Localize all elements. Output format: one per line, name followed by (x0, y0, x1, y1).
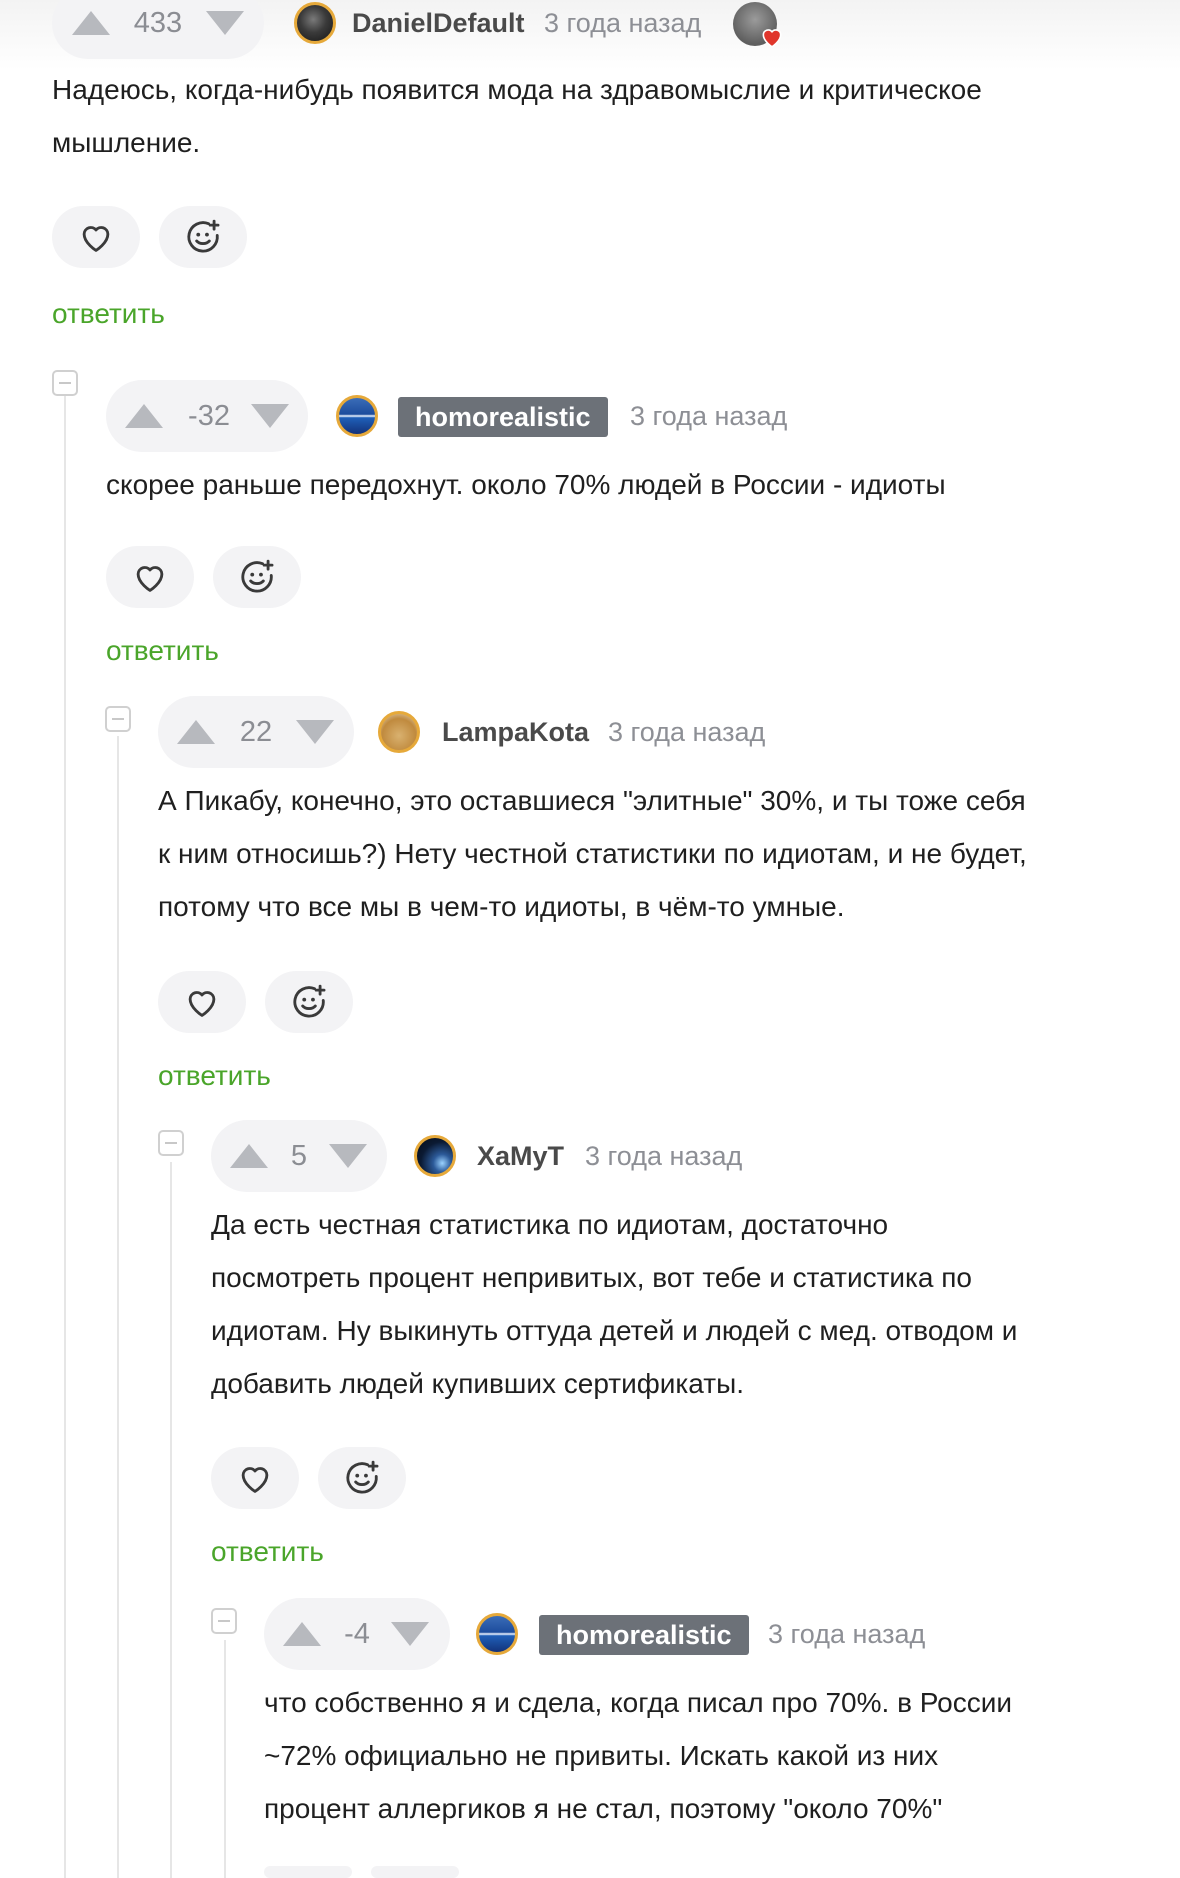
comment-text: Да есть честная статистика по идиотам, д… (211, 1198, 1171, 1410)
thread-line-1[interactable] (64, 396, 66, 1878)
comment-actions (52, 206, 352, 268)
comment-time[interactable]: 3 года назад (768, 1598, 925, 1670)
collapse-thread-button[interactable] (211, 1608, 237, 1634)
smile-plus-icon (241, 559, 274, 593)
comment: 5 ХаМуТ 3 года назад Да есть честная ста… (211, 1120, 1171, 1410)
reply-link[interactable]: ответить (158, 1056, 271, 1096)
comment-header: -4 homorealistic 3 года назад (264, 1598, 1174, 1670)
upvote-arrow-icon[interactable] (283, 1622, 321, 1646)
downvote-arrow-icon[interactable] (296, 720, 334, 744)
comment-text: что собственно я и сдела, когда писал пр… (264, 1676, 1174, 1835)
author-name[interactable]: homorealistic (398, 397, 608, 437)
smile-plus-icon (346, 1460, 379, 1494)
comment-time[interactable]: 3 года назад (544, 0, 701, 59)
reply-link[interactable]: ответить (211, 1532, 324, 1572)
comment-text-line: Надеюсь, когда-нибудь появится мода на з… (52, 74, 982, 105)
downvote-arrow-icon[interactable] (329, 1144, 367, 1168)
reply-link[interactable]: ответить (52, 294, 165, 334)
like-button[interactable] (158, 971, 246, 1033)
add-reaction-button[interactable] (318, 1447, 406, 1509)
heart-icon (188, 991, 216, 1017)
comment-text-line: мышление. (52, 127, 201, 158)
downvote-arrow-icon[interactable] (391, 1622, 429, 1646)
comment-text-line: скорее раньше передохнут. около 70% люде… (106, 469, 946, 500)
collapse-thread-button[interactable] (158, 1130, 184, 1156)
comment-text: А Пикабу, конечно, это оставшиеся "элитн… (158, 774, 1168, 933)
comment-text-line: Да есть честная статистика по идиотам, д… (211, 1209, 889, 1240)
collapse-thread-button[interactable] (52, 370, 78, 396)
thread-line-2[interactable] (117, 736, 119, 1878)
rating-count: -32 (188, 400, 230, 432)
author-avatar[interactable] (336, 395, 378, 437)
downvote-arrow-icon[interactable] (251, 404, 289, 428)
comment: 22 LampaKota 3 года назад А Пикабу, коне… (158, 696, 1168, 933)
vote-widget: 433 (52, 0, 264, 59)
vote-widget: 22 (158, 696, 354, 768)
add-reaction-button[interactable] (265, 971, 353, 1033)
rating-count: -4 (344, 1618, 370, 1650)
author-avatar[interactable] (294, 2, 336, 44)
comment: -32 homorealistic 3 года назад скорее ра… (106, 380, 1166, 511)
upvote-arrow-icon[interactable] (230, 1144, 268, 1168)
vote-widget: -4 (264, 1598, 450, 1670)
comment: 433 DanielDefault 3 года назад Надеюсь, … (52, 0, 1162, 169)
thread-line-3[interactable] (170, 1162, 172, 1878)
comment-text-line: потому что все мы в чем-то идиоты, в чём… (158, 891, 845, 922)
comment-actions (211, 1447, 511, 1509)
comment-header: 5 ХаМуТ 3 года назад (211, 1120, 1171, 1192)
author-name[interactable]: homorealistic (539, 1615, 749, 1655)
comment: -4 homorealistic 3 года назад что собств… (264, 1598, 1174, 1835)
rating-count: 5 (290, 1140, 308, 1172)
comment-text-line: к ним относишь?) Нету честной статистики… (158, 838, 1027, 869)
thread-line-4[interactable] (224, 1640, 226, 1878)
comment-time[interactable]: 3 года назад (585, 1120, 742, 1192)
comment-time[interactable]: 3 года назад (608, 696, 765, 768)
comment-text-line: посмотреть процент непривитых, вот тебе … (211, 1262, 973, 1293)
rating-count: 433 (133, 7, 183, 39)
comment-header: -32 homorealistic 3 года назад (106, 380, 1166, 452)
comment-actions (106, 546, 406, 608)
comment-text-line: что собственно я и сдела, когда писал пр… (264, 1687, 1013, 1718)
comment-text-line: ~72% официально не привиты. Искать какой… (264, 1740, 939, 1771)
comment-actions (264, 1866, 564, 1878)
comment-time[interactable]: 3 года назад (630, 380, 787, 452)
comment-text-line: процент аллергиков я не стал, поэтому "о… (264, 1793, 943, 1824)
collapse-thread-button[interactable] (105, 706, 131, 732)
author-name[interactable]: ХаМуТ (477, 1120, 564, 1192)
vote-widget: -32 (106, 380, 308, 452)
upvote-arrow-icon[interactable] (177, 720, 215, 744)
like-button[interactable] (211, 1447, 299, 1509)
comment-header: 22 LampaKota 3 года назад (158, 696, 1168, 768)
upvote-arrow-icon[interactable] (125, 404, 163, 428)
downvote-arrow-icon[interactable] (206, 11, 244, 35)
comment-text-line: идиотам. Ну выкинуть оттуда детей и люде… (211, 1315, 1018, 1346)
add-reaction-button[interactable] (159, 206, 247, 268)
author-avatar[interactable] (414, 1135, 456, 1177)
heart-badge-icon (762, 29, 782, 48)
author-avatar[interactable] (476, 1613, 518, 1655)
comment-actions (158, 971, 458, 1033)
add-reaction-button[interactable] (371, 1866, 459, 1878)
comment-header: 433 DanielDefault 3 года назад (52, 0, 1162, 59)
comment-text: скорее раньше передохнут. около 70% люде… (106, 458, 1166, 511)
rating-count: 22 (239, 716, 273, 748)
reply-link[interactable]: ответить (106, 631, 219, 671)
vote-widget: 5 (211, 1120, 387, 1192)
like-button[interactable] (264, 1866, 352, 1878)
comment-text-line: А Пикабу, конечно, это оставшиеся "элитн… (158, 785, 1026, 816)
heart-icon (136, 566, 164, 592)
author-avatar[interactable] (378, 711, 420, 753)
add-reaction-button[interactable] (213, 546, 301, 608)
smile-plus-icon (187, 219, 220, 253)
comment-text: Надеюсь, когда-нибудь появится мода на з… (52, 63, 1162, 169)
comment-text-line: добавить людей купивших сертификаты. (211, 1368, 744, 1399)
like-button[interactable] (106, 546, 194, 608)
heart-icon (241, 1467, 269, 1493)
smile-plus-icon (293, 984, 326, 1018)
heart-icon (82, 226, 110, 252)
author-name[interactable]: LampaKota (442, 696, 589, 768)
author-name[interactable]: DanielDefault (352, 0, 525, 59)
upvote-arrow-icon[interactable] (72, 11, 110, 35)
like-button[interactable] (52, 206, 140, 268)
